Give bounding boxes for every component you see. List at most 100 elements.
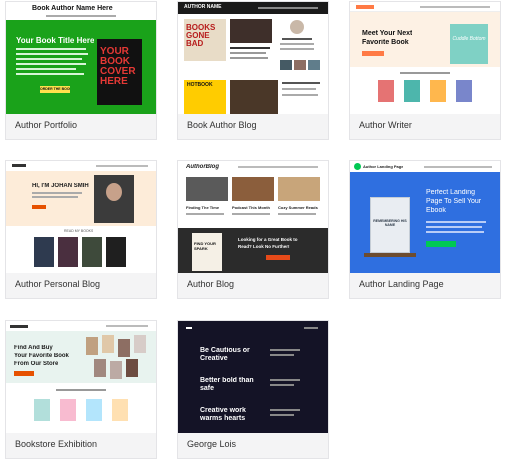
- preview-nav: [420, 6, 490, 8]
- preview-thumb: [280, 60, 292, 70]
- template-card-author-portfolio[interactable]: Book Author Name Here Your Book Title He…: [5, 1, 157, 140]
- preview-text-line: [280, 48, 314, 50]
- preview-text-line: [282, 94, 318, 96]
- preview-logo: AuthorBlog: [186, 164, 219, 170]
- preview-button: [426, 241, 456, 247]
- preview-heading-2: Favorite Book: [362, 39, 409, 46]
- preview-text-line: [186, 213, 224, 215]
- preview-text-line: [270, 409, 300, 411]
- preview-thumb: [294, 60, 306, 70]
- preview-book: [456, 80, 472, 102]
- preview-logo: [10, 325, 28, 328]
- preview-book: [94, 359, 106, 377]
- template-card-george-lois[interactable]: Be Cautious or Creative Better bold than…: [177, 320, 329, 459]
- template-card-label: Author Landing Page: [359, 279, 444, 289]
- template-card-author-landing-page[interactable]: Author Landing Page REMEMBERING HIS NAME…: [349, 160, 501, 299]
- template-card-book-author-blog[interactable]: AUTHOR NAME BOOKS GONE BAD HOTBOOK Book …: [177, 1, 329, 140]
- preview-logo-icon: [354, 163, 361, 170]
- preview-text-line: [426, 221, 486, 223]
- preview-text-line: [56, 389, 106, 391]
- preview-book: [102, 335, 114, 353]
- preview-book: [106, 237, 126, 267]
- preview-text-line: [16, 58, 82, 60]
- preview-book: [118, 339, 130, 357]
- template-card-label: Bookstore Exhibition: [15, 439, 98, 449]
- preview-thumb: [308, 60, 320, 70]
- preview-avatar: [290, 20, 304, 34]
- preview-promo-line-2: Read? Look No Further!: [238, 244, 290, 249]
- template-preview: HI, I'M JOHAN SMIH READ MY BOOKS: [6, 161, 156, 273]
- template-card-label: Book Author Blog: [187, 120, 257, 130]
- cover-line-4: HERE: [100, 77, 128, 87]
- preview-face: [106, 183, 122, 201]
- preview-book: [404, 80, 420, 102]
- template-card-author-writer[interactable]: Meet Your Next Favorite Book Cuddle Bott…: [349, 1, 501, 140]
- preview-text-line: [426, 226, 482, 228]
- preview-text-line: [270, 349, 300, 351]
- preview-section-title: READ MY BOOKS: [64, 229, 94, 233]
- preview-book-title: REMEMBERING HIS NAME: [373, 219, 407, 227]
- template-card-label: Author Writer: [359, 120, 412, 130]
- template-preview: AuthorBlog Finding The Time Podcast This…: [178, 161, 328, 273]
- preview-heading-2: Your Favorite Book: [14, 353, 69, 359]
- preview-book: [34, 399, 50, 421]
- preview-text-line: [230, 52, 266, 54]
- preview-text-line: [278, 213, 316, 215]
- preview-hotbook-label: HOTBOOK: [187, 82, 213, 88]
- template-card-bookstore-exhibition[interactable]: Find And Buy Your Favorite Book From Our…: [5, 320, 157, 459]
- preview-book: [86, 337, 98, 355]
- cover-line-1: YOUR: [100, 47, 129, 57]
- preview-logo: AUTHOR NAME: [184, 4, 222, 10]
- preview-heading-1: Perfect Landing: [426, 189, 476, 196]
- preview-heading: Your Book Title Here: [16, 36, 95, 45]
- preview-book-shelf: [364, 253, 416, 257]
- preview-book: [112, 399, 128, 421]
- preview-nav: [96, 165, 148, 167]
- template-card-label: George Lois: [187, 439, 237, 449]
- preview-book-title: Cuddle Bottom: [452, 36, 486, 42]
- preview-book: [134, 335, 146, 353]
- preview-logo: Author Landing Page: [363, 164, 404, 169]
- preview-heading-3: From Our Store: [14, 361, 59, 367]
- preview-text-line: [270, 379, 300, 381]
- preview-text-line: [32, 196, 78, 198]
- preview-heading: HI, I'M JOHAN SMIH: [32, 183, 89, 189]
- preview-nav: [238, 166, 318, 168]
- template-preview: Book Author Name Here Your Book Title He…: [6, 2, 156, 114]
- preview-book: [86, 399, 102, 421]
- template-card-author-blog[interactable]: AuthorBlog Finding The Time Podcast This…: [177, 160, 329, 299]
- preview-promo-line-1: Looking for a Great Book to: [238, 237, 298, 242]
- preview-nav: [106, 325, 148, 327]
- preview-text-line: [16, 73, 84, 75]
- preview-book: [126, 359, 138, 377]
- preview-text-line: [32, 192, 82, 194]
- preview-logo: [12, 164, 26, 167]
- template-preview: Be Cautious or Creative Better bold than…: [178, 321, 328, 433]
- preview-button: [362, 51, 384, 56]
- preview-heading-2: Page To Sell Your: [426, 198, 482, 205]
- preview-post-image: [186, 177, 228, 201]
- preview-text-line: [280, 43, 314, 45]
- preview-book: [378, 80, 394, 102]
- preview-text-line: [426, 231, 484, 233]
- preview-heading-1: Find And Buy: [14, 345, 53, 351]
- preview-button: [14, 371, 34, 376]
- preview-text-line: [232, 213, 270, 215]
- preview-button: [266, 255, 290, 260]
- preview-post-title-3: Cozy Summer Reads: [278, 205, 318, 210]
- preview-logo: [356, 5, 374, 9]
- preview-text-line: [16, 48, 86, 50]
- preview-text-line: [282, 38, 312, 40]
- preview-line-3: Creative work warms hearts: [200, 407, 246, 422]
- preview-line-1: Be Cautious or Creative: [200, 347, 250, 362]
- preview-book: [58, 237, 78, 267]
- preview-button: [32, 205, 46, 209]
- preview-text-line: [270, 414, 294, 416]
- preview-book: [82, 237, 102, 267]
- preview-text-line: [270, 354, 294, 356]
- preview-text-line: [230, 47, 270, 49]
- preview-text-line: [16, 63, 86, 65]
- template-card-author-personal-blog[interactable]: HI, I'M JOHAN SMIH READ MY BOOKS Author …: [5, 160, 157, 299]
- preview-book-cover: [450, 24, 488, 64]
- preview-site-title: Book Author Name Here: [32, 5, 113, 12]
